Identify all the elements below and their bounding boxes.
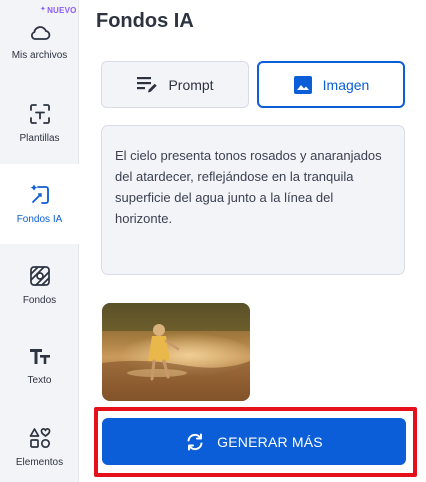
tab-imagen[interactable]: Imagen: [257, 61, 405, 108]
main-panel: Fondos IA Prompt Imagen El cielo present…: [80, 0, 426, 482]
text-icon: [29, 347, 51, 367]
sidebar: ✦NUEVO Mis archivos Plantillas Fondos IA: [0, 0, 79, 482]
sidebar-item-fondos[interactable]: Fondos: [0, 245, 79, 325]
tab-label: Imagen: [322, 76, 370, 93]
tab-prompt[interactable]: Prompt: [101, 61, 249, 108]
prompt-edit-icon: [136, 75, 158, 95]
sidebar-item-fondos-ia[interactable]: Fondos IA: [0, 164, 79, 244]
page-title: Fondos IA: [96, 10, 194, 32]
sidebar-item-label: Elementos: [15, 456, 64, 468]
ai-background-icon: [29, 184, 51, 206]
sidebar-item-label: Texto: [27, 374, 52, 386]
template-icon: [29, 103, 51, 125]
tab-label: Prompt: [168, 76, 214, 93]
prompt-textarea[interactable]: El cielo presenta tonos rosados y anaran…: [101, 125, 405, 275]
sidebar-item-label: Plantillas: [19, 132, 60, 144]
elements-icon: [29, 427, 51, 449]
sidebar-item-label: Fondos: [22, 294, 57, 306]
backgrounds-icon: [29, 265, 51, 287]
generate-more-button[interactable]: GENERAR MÁS: [102, 418, 406, 465]
generated-image-thumbnail[interactable]: [102, 303, 250, 401]
cloud-icon: [29, 24, 51, 42]
sidebar-item-texto[interactable]: Texto: [0, 326, 79, 406]
generate-more-label: GENERAR MÁS: [217, 433, 323, 450]
sidebar-item-plantillas[interactable]: Plantillas: [0, 83, 79, 163]
sidebar-item-elementos[interactable]: Elementos: [0, 407, 79, 482]
sidebar-item-label: Fondos IA: [16, 213, 63, 225]
sidebar-item-mis-archivos[interactable]: Mis archivos: [0, 2, 79, 82]
sidebar-item-label: Mis archivos: [11, 49, 68, 61]
refresh-icon: [185, 433, 205, 451]
image-icon: [293, 75, 313, 95]
